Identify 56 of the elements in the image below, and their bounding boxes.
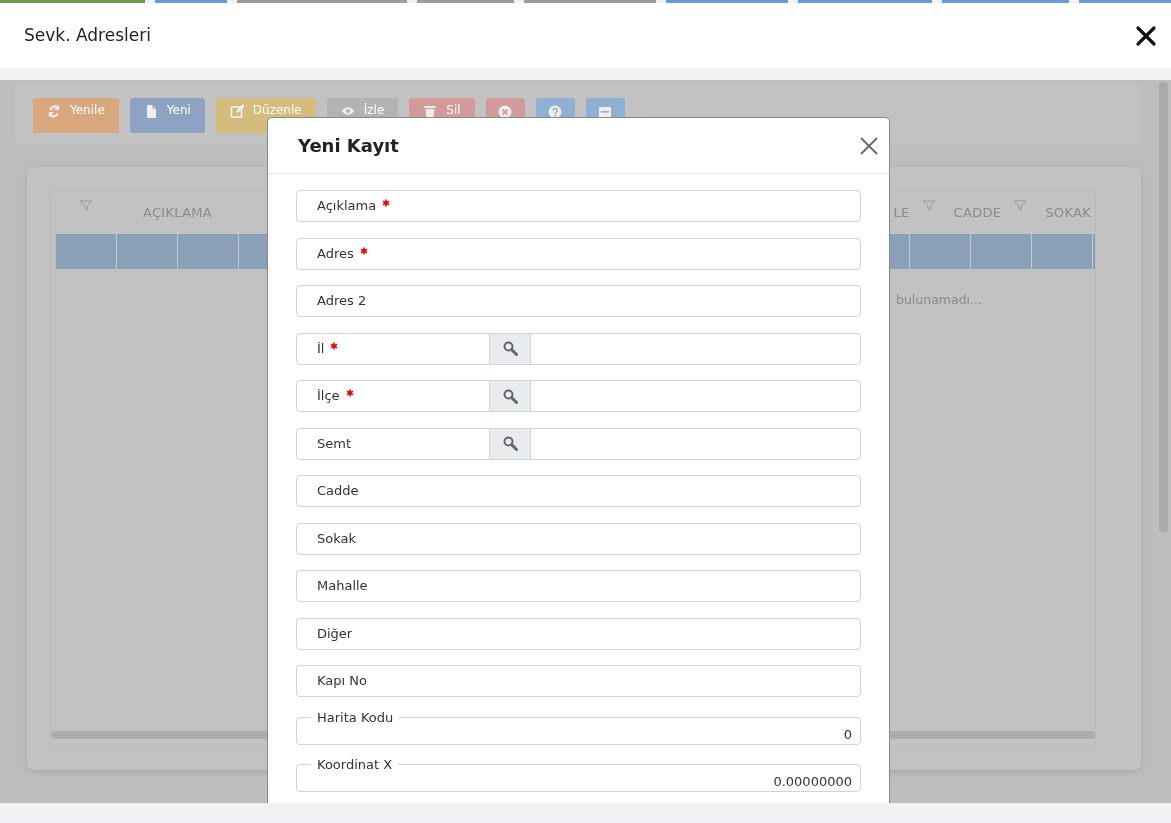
field-label: Mahalle — [316, 577, 368, 596]
input-field[interactable]: Harita Kodu 0 — [296, 710, 861, 745]
field-label: Açıklama — [316, 197, 377, 216]
input-field[interactable]: İlçe — [296, 380, 861, 412]
field-value: 0.00000000 — [773, 773, 852, 791]
field-label: Semt — [316, 434, 351, 453]
input-field[interactable]: Açıklama — [296, 190, 861, 222]
field-label: Sokak — [316, 529, 356, 548]
field-label: Kapı No — [316, 672, 367, 691]
tab-edge[interactable] — [524, 0, 656, 3]
tab-edge[interactable] — [942, 0, 1069, 3]
filter-icon[interactable] — [1013, 200, 1028, 211]
input-field[interactable]: Diğer — [296, 617, 861, 650]
filter-icon[interactable] — [79, 200, 93, 211]
search-icon — [502, 341, 518, 356]
field-label: Cadde — [316, 482, 359, 501]
field-label: Diğer — [316, 624, 353, 643]
cancel-icon — [498, 105, 513, 119]
tab-edge[interactable] — [1079, 0, 1171, 3]
field-label: Adres 2 — [316, 292, 367, 311]
tab-edge[interactable] — [237, 0, 407, 3]
tab-edge[interactable] — [0, 0, 145, 3]
empty-message: bulunamadı... — [896, 291, 982, 309]
input-field[interactable]: Kapı No — [296, 665, 861, 697]
field-label: İl — [316, 339, 325, 358]
input-field[interactable]: Adres 2 — [296, 285, 861, 317]
input-field[interactable]: Mahalle — [296, 570, 861, 602]
input-field[interactable]: Koordinat X 0.00000000 — [296, 758, 861, 792]
tab-edge[interactable] — [155, 0, 227, 3]
refresh-icon — [47, 103, 61, 118]
field-value: 0 — [843, 725, 852, 744]
field-label: Harita Kodu — [316, 710, 395, 724]
filter-icon[interactable] — [921, 200, 936, 211]
search-button[interactable] — [489, 381, 531, 411]
search-icon — [502, 388, 518, 404]
field-label: Koordinat X — [316, 758, 394, 771]
trash-icon — [423, 103, 438, 118]
search-button[interactable] — [489, 428, 531, 459]
help-icon — [548, 105, 563, 119]
search-icon — [502, 436, 518, 451]
input-field[interactable]: Cadde — [296, 475, 861, 507]
input-field[interactable]: İl — [296, 332, 861, 365]
input-field[interactable]: Semt — [296, 427, 861, 460]
dialog-title: Yeni Kayıt — [298, 134, 399, 158]
window-icon — [598, 105, 613, 119]
field-label: İlçe — [316, 387, 340, 406]
tab-edge[interactable] — [666, 0, 788, 3]
tab-edge[interactable] — [798, 0, 932, 3]
tab-edge[interactable] — [417, 0, 514, 3]
input-field[interactable]: Sokak — [296, 522, 861, 555]
input-field[interactable]: Adres — [296, 237, 861, 270]
field-label: Adres — [316, 244, 354, 263]
close-button[interactable] — [1135, 24, 1157, 47]
window-title: Sevk. Adresleri — [24, 23, 151, 47]
edit-icon — [229, 103, 244, 118]
search-button[interactable] — [489, 333, 531, 364]
